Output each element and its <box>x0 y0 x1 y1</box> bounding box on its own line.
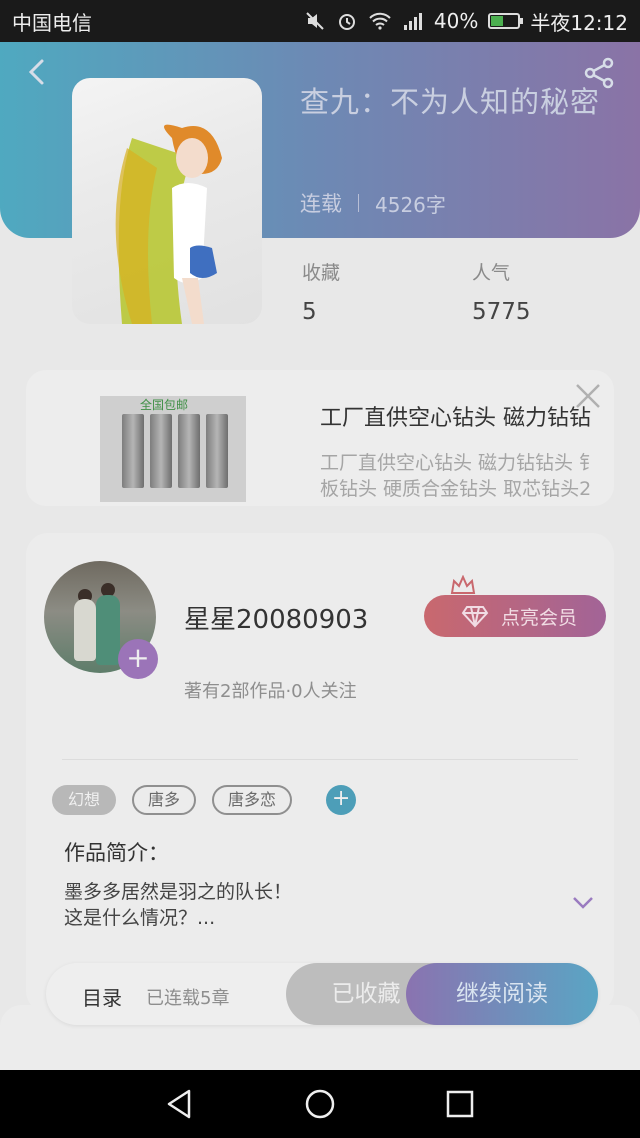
fav-value: 5 <box>302 299 317 325</box>
nav-home-button[interactable] <box>302 1086 338 1122</box>
wifi-icon <box>368 11 392 31</box>
ad-title[interactable]: 工厂直供空心钻头 磁力钻钻 <box>320 400 591 432</box>
expand-intro-button[interactable] <box>572 895 594 911</box>
author-name[interactable]: 星星20080903 <box>184 599 368 636</box>
tag-list: 幻想 唐多 唐多恋 + <box>52 785 357 815</box>
tag-chip[interactable]: 幻想 <box>52 785 117 815</box>
battery-percent: 40% <box>433 9 479 33</box>
battery-icon <box>488 13 524 29</box>
ad-description: 工厂直供空心钻头 磁力钻钻头 钅 板钻头 硬质合金钻头 取芯钻头2 <box>320 450 614 502</box>
popularity-value: 5775 <box>472 299 531 325</box>
action-bar: 目录 已连载5章 已收藏 继续阅读 <box>46 963 598 1025</box>
vip-button[interactable]: 点亮会员 <box>424 595 606 637</box>
toc-chapter-count[interactable]: 已连载5章 <box>146 984 229 1010</box>
crown-icon <box>450 575 476 594</box>
system-nav-bar <box>0 1070 640 1138</box>
chevron-down-icon <box>573 897 593 909</box>
ad-desc-line: 工厂直供空心钻头 磁力钻钻头 钅 <box>320 452 599 474</box>
close-icon <box>576 384 600 408</box>
popularity-stat: 人气 5775 <box>472 258 531 325</box>
follow-author-button[interactable]: + <box>118 639 158 679</box>
ad-image-tag: 全国包邮 <box>140 398 189 412</box>
triangle-back-icon <box>167 1089 191 1119</box>
signal-icon <box>402 11 424 31</box>
book-cover-image[interactable] <box>72 78 262 324</box>
status-bar: 中国电信 40% 半夜12:12 <box>0 0 640 42</box>
tag-chip[interactable]: 唐多 <box>132 785 197 815</box>
divider <box>62 759 578 760</box>
circle-home-icon <box>305 1089 335 1119</box>
diamond-icon <box>461 606 489 628</box>
add-tag-button[interactable]: + <box>326 785 357 815</box>
intro-line: 墨多多居然是羽之的队长！ <box>64 881 293 903</box>
nav-back-button[interactable] <box>162 1086 198 1122</box>
fav-stat: 收藏 5 <box>302 258 340 325</box>
fav-label: 收藏 <box>302 262 341 284</box>
author-card: + 星星20080903 点亮会员 著有2部作品·0人关注 幻想 唐多 唐多恋 … <box>26 533 614 1013</box>
clock: 半夜12:12 <box>530 10 628 35</box>
mute-icon <box>304 10 326 32</box>
status-icons: 40% 半夜12:12 <box>304 7 628 36</box>
back-button[interactable] <box>22 56 54 88</box>
ad-image[interactable]: 全国包邮 <box>100 396 246 502</box>
author-subtitle: 著有2部作品·0人关注 <box>184 681 357 702</box>
vip-button-label: 点亮会员 <box>500 606 577 629</box>
toc-button[interactable]: 目录 <box>82 982 122 1011</box>
book-title: 查九：不为人知的秘密 <box>300 85 601 119</box>
intro-text: 墨多多居然是羽之的队长！ 这是什么情况？... <box>64 879 484 931</box>
carrier-label: 中国电信 <box>12 10 92 35</box>
word-count: 4526字 <box>375 192 446 217</box>
meta-divider <box>358 194 359 212</box>
popularity-label: 人气 <box>472 262 511 284</box>
ad-banner[interactable]: 全国包邮 工厂直供空心钻头 磁力钻钻 工厂直供空心钻头 磁力钻钻头 钅 板钻头 … <box>26 370 614 506</box>
back-arrow-icon <box>28 59 44 85</box>
continue-reading-button[interactable]: 继续阅读 <box>406 963 598 1025</box>
ad-close-button[interactable] <box>574 382 602 410</box>
intro-line: 这是什么情况？... <box>64 907 216 929</box>
intro-label: 作品简介： <box>64 841 169 865</box>
ad-desc-line: 板钻头 硬质合金钻头 取芯钻头2 <box>320 478 592 500</box>
tag-chip[interactable]: 唐多恋 <box>212 785 293 815</box>
book-meta: 连载 4526字 <box>300 188 446 218</box>
square-recents-icon <box>446 1090 474 1118</box>
nav-recents-button[interactable] <box>442 1086 478 1122</box>
alarm-icon <box>336 10 358 32</box>
book-status: 连载 <box>300 192 342 216</box>
